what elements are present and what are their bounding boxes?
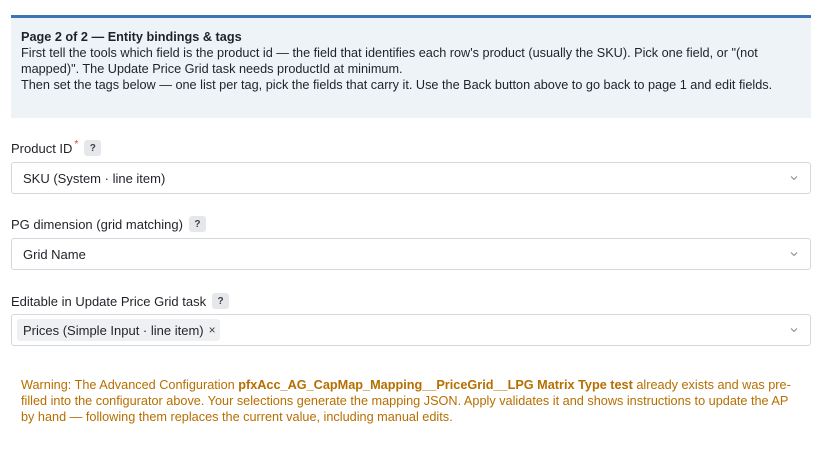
info-panel: Page 2 of 2 — Entity bindings & tags Fir… (11, 15, 811, 118)
product-id-label: Product ID (11, 140, 73, 156)
pg-dimension-label-row: PG dimension (grid matching) ? (11, 215, 206, 233)
pg-dimension-label: PG dimension (grid matching) (11, 216, 183, 232)
config-name: pfxAcc_AG_CapMap_Mapping__PriceGrid__LPG… (238, 378, 633, 392)
editable-label: Editable in Update Price Grid task (11, 293, 207, 309)
editable-multiselect[interactable]: Prices (Simple Input · line item) × (11, 314, 811, 346)
product-id-label-row: Product ID * ? (11, 138, 102, 157)
editable-label-row: Editable in Update Price Grid task ? (11, 292, 230, 310)
pg-dimension-help-icon[interactable]: ? (188, 216, 206, 232)
chevron-down-icon (790, 176, 798, 181)
product-id-help-icon[interactable]: ? (84, 140, 102, 156)
editable-help-icon[interactable]: ? (212, 293, 230, 309)
chevron-down-icon (790, 328, 798, 333)
warning-prefix: Warning: The Advanced Configuration (21, 378, 239, 392)
selected-tag-label: Prices (Simple Input · line item) (23, 322, 204, 338)
info-text-1: First tell the tools which field is the … (21, 46, 758, 76)
product-id-select[interactable]: SKU (System · line item) (11, 162, 811, 194)
warning-message: Warning: The Advanced Configuration pfxA… (21, 377, 791, 425)
page-title: Page 2 of 2 — Entity bindings & tags (21, 30, 242, 44)
close-icon[interactable]: × (209, 324, 216, 336)
product-id-value: SKU (System · line item) (23, 170, 166, 186)
pg-dimension-select[interactable]: Grid Name (11, 238, 811, 270)
pg-dimension-value: Grid Name (23, 246, 86, 262)
chevron-down-icon (790, 252, 798, 257)
info-text-2: Then set the tags below — one list per t… (21, 78, 773, 92)
required-marker: * (74, 138, 79, 150)
selected-tag: Prices (Simple Input · line item) × (17, 319, 220, 341)
